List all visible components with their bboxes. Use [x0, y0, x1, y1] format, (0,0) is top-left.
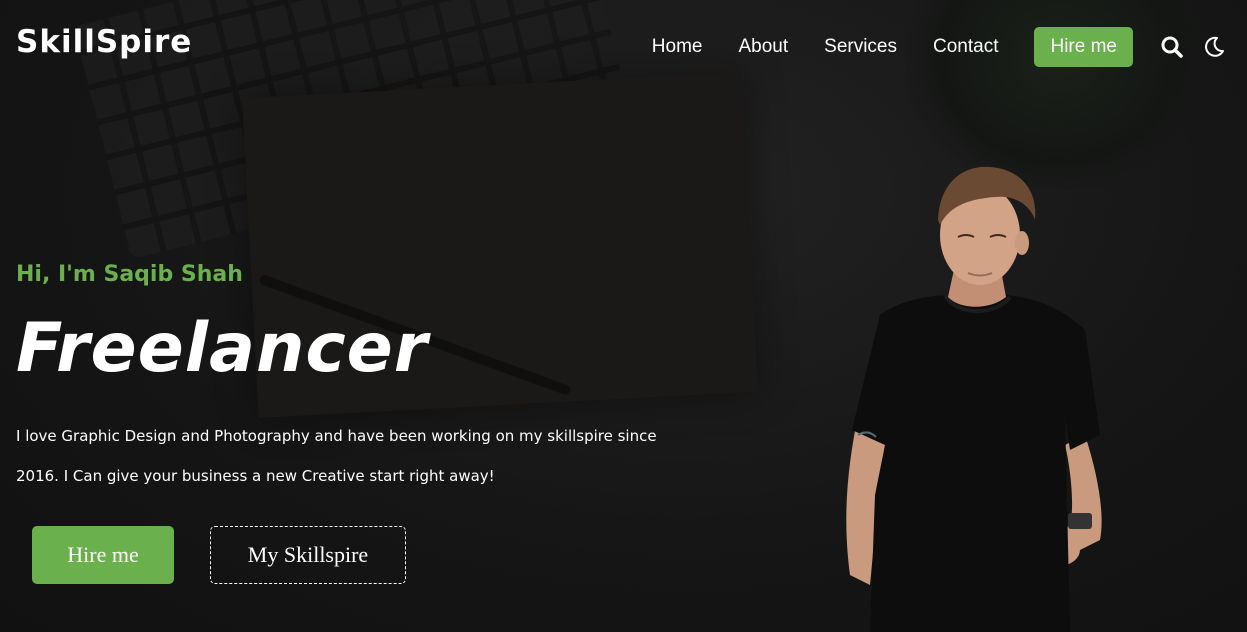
main-nav: Home About Services Contact Hire me: [652, 25, 1227, 68]
hero-section: Hi, I'm Saqib Shah Freelancer I love Gra…: [16, 262, 736, 496]
hero-greeting: Hi, I'm Saqib Shah: [16, 262, 243, 287]
nav-link-contact[interactable]: Contact: [933, 36, 998, 58]
person-photo: [846, 166, 1102, 632]
hero-description-line-1: I love Graphic Design and Photography an…: [16, 427, 657, 445]
my-skillspire-button[interactable]: My Skillspire: [210, 526, 406, 584]
nav-link-about[interactable]: About: [738, 36, 788, 58]
nav-hire-button[interactable]: Hire me: [1034, 26, 1133, 67]
hero-description: I love Graphic Design and Photography an…: [16, 416, 716, 496]
hero-role-title: Freelancer: [16, 309, 429, 388]
hire-me-button[interactable]: Hire me: [32, 526, 174, 584]
site-logo[interactable]: SkillSpire: [16, 24, 192, 60]
hero-description-line-2: 2016. I Can give your business a new Cre…: [16, 467, 495, 485]
moon-icon[interactable]: [1201, 34, 1227, 60]
hero-buttons: Hire me My Skillspire: [32, 526, 406, 584]
nav-link-home[interactable]: Home: [652, 36, 703, 58]
site-header: SkillSpire Home About Services Contact H…: [0, 0, 1247, 92]
nav-link-services[interactable]: Services: [824, 36, 897, 58]
search-icon[interactable]: [1159, 34, 1185, 60]
